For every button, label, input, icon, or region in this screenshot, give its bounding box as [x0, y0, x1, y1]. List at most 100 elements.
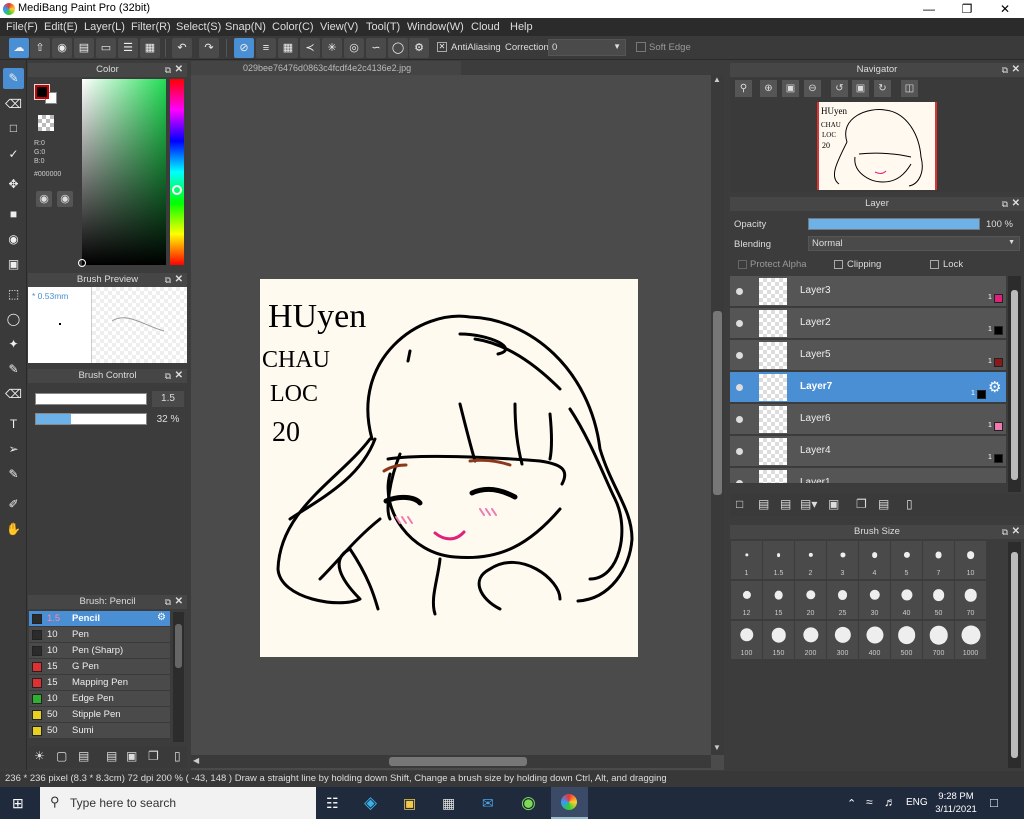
brush-size-option[interactable]: 1.5	[763, 541, 794, 579]
select-pen-tool-icon[interactable]: ✎	[3, 359, 24, 380]
navigator-viewport[interactable]: HUyen CHAU LOC 20	[817, 102, 937, 190]
cloud-save-icon[interactable]: ☁	[9, 38, 29, 58]
saturation-value-picker[interactable]	[78, 79, 166, 267]
gradient-tool-icon[interactable]: ▣	[3, 254, 24, 275]
canvas-vertical-scrollbar[interactable]: ▲ ▼	[711, 75, 724, 755]
close-icon[interactable]: ✕	[175, 63, 183, 77]
brush-item[interactable]: 1.5 Pencil ⚙	[29, 611, 170, 627]
visibility-eye-icon[interactable]	[736, 352, 743, 359]
brush-size-value[interactable]: 1.5	[152, 391, 184, 407]
fit-window-icon[interactable]: ▣	[782, 80, 799, 97]
layer-row[interactable]: Layer5 1	[730, 340, 1006, 371]
visibility-eye-icon[interactable]	[736, 480, 743, 483]
brush-size-option[interactable]: 5	[891, 541, 922, 579]
antialiasing-checkbox[interactable]: ✕	[437, 42, 447, 52]
redo-icon[interactable]: ↷	[199, 38, 219, 58]
new-1bit-layer-icon[interactable]: ▤	[780, 497, 791, 511]
brush-size-option[interactable]: 300	[827, 621, 858, 659]
scroll-left-icon[interactable]: ◀	[193, 756, 199, 765]
brush-size-option[interactable]: 40	[891, 581, 922, 619]
brush-item[interactable]: 10 Pen (Sharp)	[29, 643, 170, 659]
page-icon[interactable]: ▭	[96, 38, 116, 58]
menu-cloud[interactable]: Cloud	[471, 21, 500, 33]
chevron-up-icon[interactable]: ⌃	[847, 797, 856, 810]
export-icon[interactable]: ⇧	[30, 38, 50, 58]
add-layer-dropdown-icon[interactable]: ▤▾	[800, 497, 817, 511]
close-icon[interactable]: ✕	[1012, 63, 1020, 77]
pin-icon[interactable]: ⧉	[165, 369, 171, 383]
parallel-snap-icon[interactable]: ≡	[256, 38, 276, 58]
visibility-eye-icon[interactable]	[736, 416, 743, 423]
comment-icon[interactable]: ◉	[52, 38, 72, 58]
brush-tool-icon[interactable]: ✎	[3, 68, 24, 89]
task-view-icon[interactable]: ☷	[326, 795, 339, 812]
correction-select[interactable]: 0 ▼	[548, 39, 626, 56]
brush-size-option[interactable]: 4	[859, 541, 890, 579]
close-icon[interactable]: ✕	[175, 369, 183, 383]
menu-help[interactable]: Help	[510, 21, 533, 33]
snap-off-icon[interactable]: ⊘	[234, 38, 254, 58]
magic-wand-tool-icon[interactable]: ✦	[3, 334, 24, 355]
windows-start-icon[interactable]: ⊞	[12, 795, 24, 812]
zoom-in-icon[interactable]: ⊕	[760, 80, 777, 97]
brush-size-option[interactable]: 2	[795, 541, 826, 579]
menu-file[interactable]: File(F)	[6, 21, 38, 33]
layer-opacity-slider[interactable]	[808, 218, 980, 230]
new-halftone-layer-icon[interactable]: ▤	[758, 497, 769, 511]
duplicate-brush-icon[interactable]: ❐	[148, 749, 159, 763]
layer-row[interactable]: Layer3 1	[730, 276, 1006, 307]
brush-size-option[interactable]: 30	[859, 581, 890, 619]
visibility-eye-icon[interactable]	[736, 448, 743, 455]
brush-size-option[interactable]: 150	[763, 621, 794, 659]
eyedropper-tool-icon[interactable]: ✐	[3, 494, 24, 515]
grid-snap-icon[interactable]: ▦	[278, 38, 298, 58]
new-layer-icon[interactable]: □	[736, 497, 743, 511]
menu-tool[interactable]: Tool(T)	[366, 21, 400, 33]
protect-alpha-checkbox[interactable]	[738, 260, 747, 269]
perspective-snap-icon[interactable]: ≺	[300, 38, 320, 58]
radial-snap-icon[interactable]: ✳	[322, 38, 342, 58]
brush-item[interactable]: 10 Pen	[29, 627, 170, 643]
brush-size-option[interactable]: 25	[827, 581, 858, 619]
rectangle-tool-icon[interactable]: □	[3, 118, 24, 139]
eraser-tool-icon[interactable]: ⌫	[3, 94, 24, 115]
menu-edit[interactable]: Edit(E)	[44, 21, 78, 33]
rotate-left-icon[interactable]: ↺	[831, 80, 848, 97]
menu-color[interactable]: Color(C)	[272, 21, 314, 33]
layer-row[interactable]: Layer4 1	[730, 436, 1006, 467]
brush-size-option[interactable]: 200	[795, 621, 826, 659]
pin-icon[interactable]: ⧉	[1002, 63, 1008, 77]
clock[interactable]: 9:28 PM 3/11/2021	[930, 790, 982, 816]
layer-row[interactable]: Layer2 1	[730, 308, 1006, 339]
circle-snap-icon[interactable]: ◯	[388, 38, 408, 58]
brush-size-option[interactable]: 100	[731, 621, 762, 659]
brush-item[interactable]: 15 Mapping Pen	[29, 675, 170, 691]
grid-icon[interactable]: ▦	[140, 38, 160, 58]
visibility-eye-icon[interactable]	[736, 320, 743, 327]
brush-size-slider[interactable]	[35, 393, 147, 405]
brush-item[interactable]: 50 Sumi	[29, 723, 170, 739]
close-icon[interactable]: ✕	[1012, 197, 1020, 211]
transparent-swatch[interactable]	[38, 115, 54, 131]
speech-icon[interactable]: ▤	[74, 38, 94, 58]
visibility-eye-icon[interactable]	[736, 384, 743, 391]
close-icon[interactable]: ✕	[175, 595, 183, 609]
visibility-eye-icon[interactable]	[736, 288, 743, 295]
pin-icon[interactable]: ⧉	[165, 595, 171, 609]
text-tool-icon[interactable]: T	[3, 414, 24, 435]
menu-snap[interactable]: Snap(N)	[225, 21, 266, 33]
maximize-button[interactable]: ❐	[948, 0, 986, 18]
layer-row[interactable]: Layer6 1	[730, 404, 1006, 435]
file-explorer-icon[interactable]: ▣	[403, 795, 416, 812]
snap-settings-icon[interactable]: ⚙	[409, 38, 429, 58]
merge-layer-icon[interactable]: ▤	[878, 497, 889, 511]
volume-mute-icon[interactable]: ♬	[884, 795, 896, 809]
notifications-icon[interactable]: □	[990, 795, 998, 810]
lock-checkbox[interactable]	[930, 260, 939, 269]
soft-edge-checkbox[interactable]	[636, 42, 646, 52]
hue-slider[interactable]	[170, 79, 184, 265]
pin-icon[interactable]: ⧉	[1002, 525, 1008, 539]
brush-size-option[interactable]: 50	[923, 581, 954, 619]
rotate-right-icon[interactable]: ↻	[874, 80, 891, 97]
scroll-down-icon[interactable]: ▼	[713, 743, 721, 752]
